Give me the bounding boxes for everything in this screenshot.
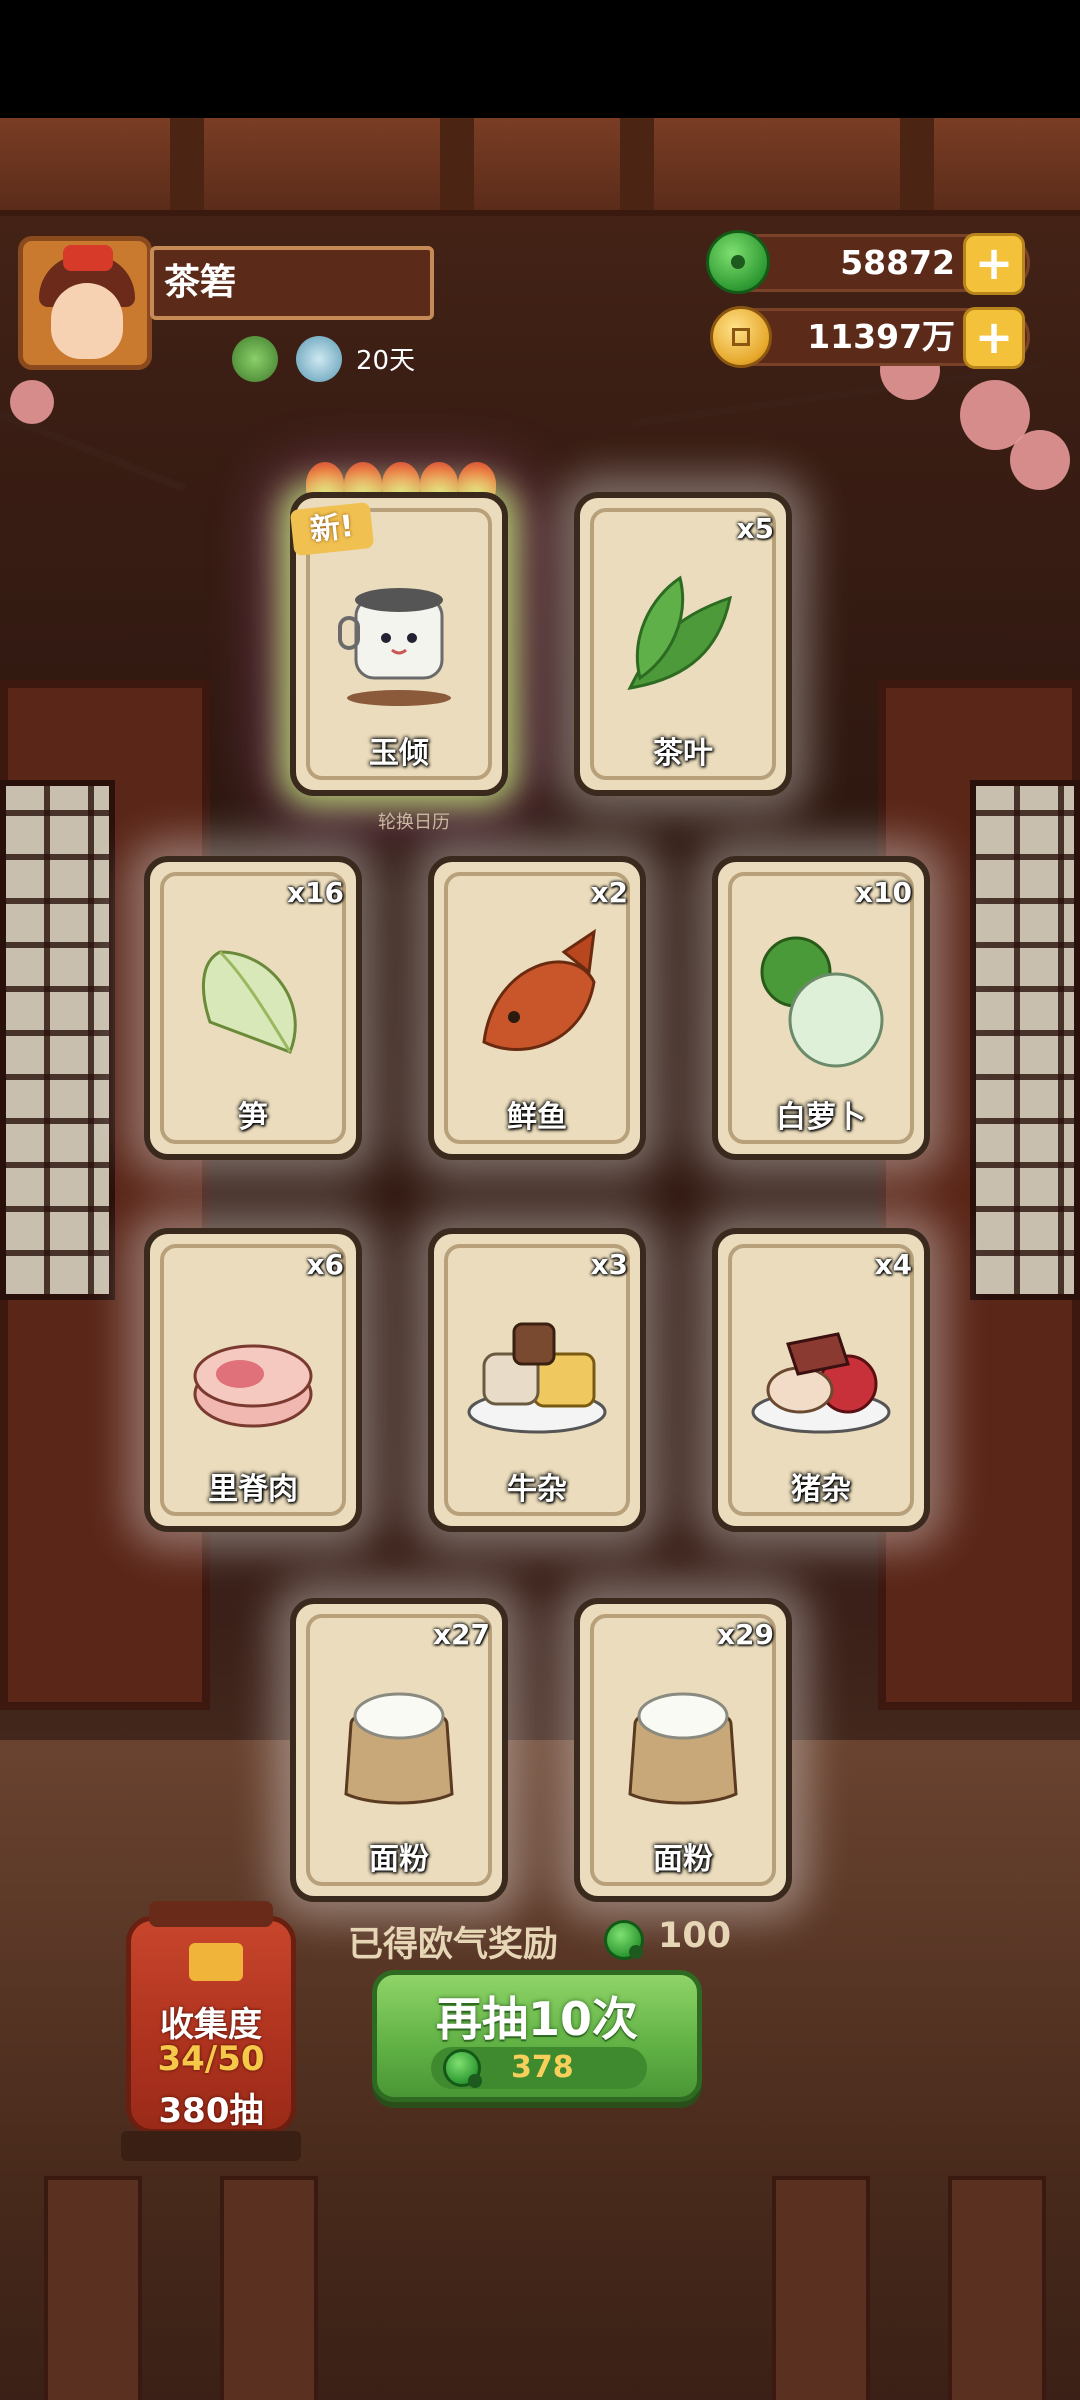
luck-reward-value: 100 bbox=[658, 1916, 732, 1956]
card-name: 猪杂 bbox=[791, 1472, 851, 1507]
new-badge: 新! bbox=[289, 501, 375, 557]
card-bamboo-shoot[interactable]: x16 笋 bbox=[144, 856, 362, 1160]
card-flour[interactable]: x27 面粉 bbox=[290, 1598, 508, 1902]
flour-sack-icon bbox=[344, 1692, 454, 1805]
tea-cup-icon[interactable] bbox=[296, 336, 342, 382]
draw-again-label: 再抽10次 bbox=[435, 1992, 638, 2046]
roof-beam bbox=[0, 118, 1080, 216]
fence-post bbox=[44, 2176, 142, 2400]
tea-garden-icon[interactable] bbox=[232, 336, 278, 382]
fence-post bbox=[220, 2176, 318, 2400]
fish-icon bbox=[482, 928, 596, 1051]
jade-coin-icon bbox=[706, 230, 770, 294]
background-caption: 轮换日历 bbox=[378, 812, 450, 833]
beef-offal-icon bbox=[467, 1322, 607, 1434]
card-count: x2 bbox=[590, 876, 628, 909]
draw-again-button[interactable]: 再抽10次 378 bbox=[372, 1970, 702, 2102]
collection-lantern-button[interactable]: 收集度 34/50 380抽 bbox=[121, 1901, 301, 2161]
jade-coin-icon bbox=[604, 1920, 644, 1960]
luck-reward-label: 已得欧气奖励 bbox=[348, 1925, 559, 1965]
card-name: 笋 bbox=[238, 1100, 268, 1135]
card-count: x27 bbox=[432, 1618, 490, 1651]
draw-cost-value: 378 bbox=[511, 2050, 574, 2085]
card-white-radish[interactable]: x10 白萝卜 bbox=[712, 856, 930, 1160]
flour-sack-icon bbox=[628, 1692, 738, 1805]
card-name: 里脊肉 bbox=[208, 1472, 298, 1507]
card-count: x10 bbox=[854, 876, 912, 909]
bamboo-shoot-icon bbox=[201, 950, 297, 1054]
blossom bbox=[1010, 430, 1070, 490]
pork-tenderloin-icon bbox=[193, 1344, 313, 1428]
draw-cost: 378 bbox=[431, 2047, 647, 2089]
card-fresh-fish[interactable]: x2 鲜鱼 bbox=[428, 856, 646, 1160]
pork-offal-icon bbox=[751, 1332, 891, 1434]
card-count: x16 bbox=[286, 876, 344, 909]
card-pork-tenderloin[interactable]: x6 里脊肉 bbox=[144, 1228, 362, 1532]
teacup-character-icon bbox=[338, 588, 451, 706]
gold-coin-icon bbox=[710, 306, 772, 368]
collection-progress: 34/50 bbox=[157, 2039, 265, 2079]
player-avatar[interactable] bbox=[18, 236, 152, 370]
card-name: 面粉 bbox=[369, 1842, 429, 1877]
card-beef-offal[interactable]: x3 牛杂 bbox=[428, 1228, 646, 1532]
collection-draws: 380抽 bbox=[158, 2091, 264, 2131]
card-tea-leaf[interactable]: x5 茶叶 bbox=[574, 492, 792, 796]
card-name: 白萝卜 bbox=[776, 1100, 866, 1135]
add-jade-button[interactable]: + bbox=[963, 233, 1025, 295]
card-count: x6 bbox=[306, 1248, 344, 1281]
card-pork-offal[interactable]: x4 猪杂 bbox=[712, 1228, 930, 1532]
card-name: 茶叶 bbox=[653, 736, 713, 771]
days-counter: 20天 bbox=[356, 346, 416, 376]
card-name: 面粉 bbox=[653, 1842, 713, 1877]
card-name: 玉倾 bbox=[369, 736, 429, 771]
card-name: 牛杂 bbox=[507, 1472, 567, 1507]
fence-post bbox=[948, 2176, 1046, 2400]
add-gold-button[interactable]: + bbox=[963, 307, 1025, 369]
player-name: 茶箬 bbox=[150, 246, 434, 320]
card-count: x3 bbox=[590, 1248, 628, 1281]
left-window-lattice bbox=[0, 780, 115, 1300]
card-count: x29 bbox=[716, 1618, 774, 1651]
lantern-ornament-icon bbox=[189, 1943, 243, 1981]
right-window-lattice bbox=[970, 780, 1080, 1300]
tea-leaf-icon bbox=[627, 575, 732, 690]
status-bar bbox=[0, 0, 1080, 118]
blossom bbox=[10, 380, 54, 424]
jade-coin-icon bbox=[443, 2049, 482, 2088]
card-name: 鲜鱼 bbox=[507, 1100, 567, 1135]
card-flour[interactable]: x29 面粉 bbox=[574, 1598, 792, 1902]
card-count: x4 bbox=[874, 1248, 912, 1281]
gold-amount: 11397万 bbox=[807, 317, 955, 356]
white-radish-icon bbox=[760, 936, 884, 1068]
fence-post bbox=[772, 2176, 870, 2400]
jade-amount: 58872 bbox=[840, 243, 955, 282]
card-count: x5 bbox=[736, 512, 774, 545]
